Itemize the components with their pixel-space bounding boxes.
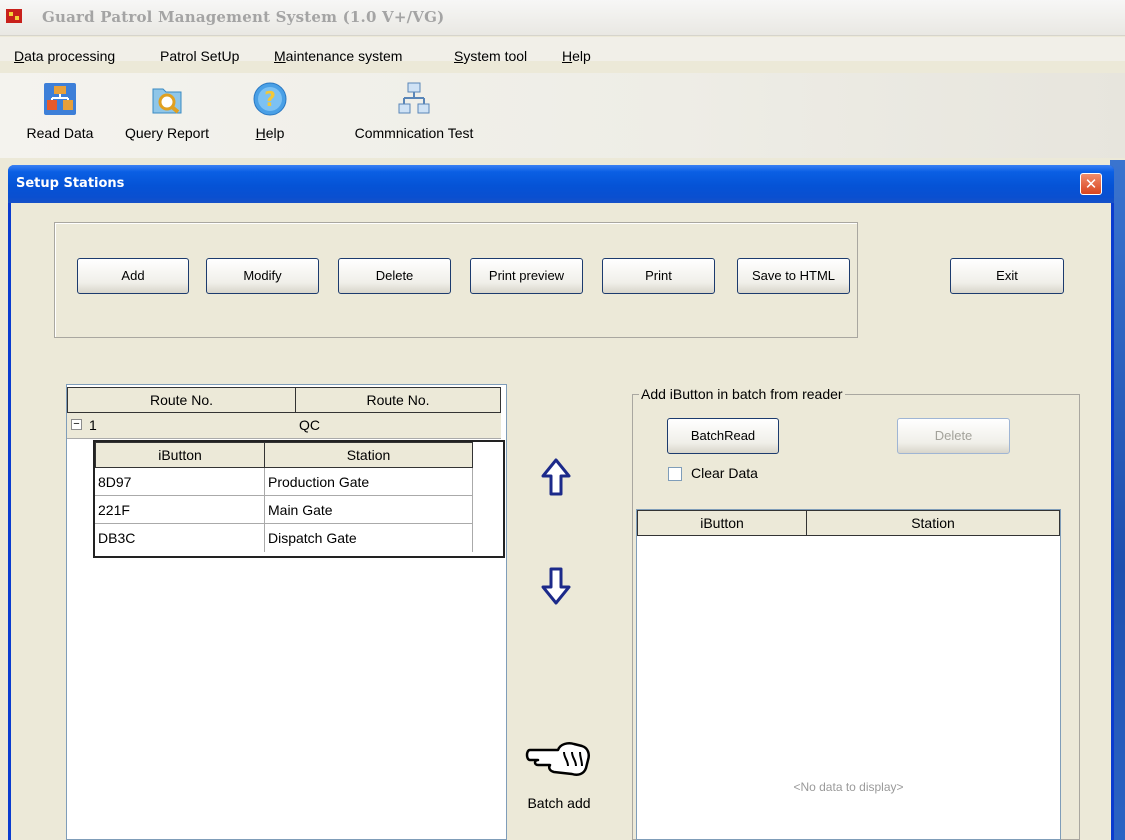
reader-delete-button[interactable]: Delete: [897, 418, 1010, 454]
read-data-icon: [44, 83, 76, 115]
move-down-arrow-icon[interactable]: [541, 567, 571, 605]
clear-data-checkbox[interactable]: [668, 467, 682, 481]
batch-read-button[interactable]: BatchRead: [667, 418, 779, 454]
batch-add-label: Batch add: [527, 795, 591, 811]
delete-button[interactable]: Delete: [338, 258, 451, 294]
communication-test-label: Commnication Test: [354, 125, 474, 141]
station-subheader[interactable]: Station: [264, 442, 473, 468]
table-row-ibutton[interactable]: 8D97: [95, 468, 265, 496]
collapse-icon[interactable]: −: [71, 419, 82, 430]
station-subgrid: iButton Station 8D97 Production Gate 221…: [93, 440, 505, 558]
svg-text:?: ?: [264, 87, 276, 111]
clear-data-label: Clear Data: [691, 465, 758, 481]
batch-add-button[interactable]: Batch add: [523, 738, 595, 836]
empty-state-text: <No data to display>: [793, 780, 904, 794]
reader-grid[interactable]: iButton Station <No data to display>: [636, 509, 1061, 840]
table-row-ibutton[interactable]: 221F: [95, 496, 265, 524]
print-button[interactable]: Print: [602, 258, 715, 294]
close-icon[interactable]: ✕: [1080, 173, 1102, 195]
app-title: Guard Patrol Management System (1.0 V+/V…: [42, 8, 445, 26]
pointing-hand-icon: [525, 742, 590, 776]
table-row-ibutton[interactable]: DB3C: [95, 524, 265, 552]
print-preview-button[interactable]: Print preview: [470, 258, 583, 294]
help-icon: ?: [253, 82, 287, 116]
help-label: Help: [255, 125, 285, 141]
table-row-station[interactable]: Main Gate: [265, 496, 473, 524]
group-route-no: 1: [89, 417, 97, 433]
network-icon: [398, 82, 430, 114]
toolbar: Read Data Query Report ? Help Commnicati…: [0, 73, 1125, 158]
communication-test-button[interactable]: Commnication Test: [334, 73, 494, 141]
menu-system-tool[interactable]: System tool: [454, 48, 527, 64]
menu-data-processing[interactable]: Data processing: [14, 48, 115, 64]
exit-button[interactable]: Exit: [950, 258, 1064, 294]
table-row-station[interactable]: Dispatch Gate: [265, 524, 473, 552]
add-button[interactable]: Add: [77, 258, 189, 294]
read-data-label: Read Data: [26, 125, 94, 141]
query-report-button[interactable]: Query Report: [110, 73, 224, 141]
table-row-station[interactable]: Production Gate: [265, 468, 473, 496]
route-grid[interactable]: Route No. Route No. − 1 QC iButton Stati…: [66, 384, 507, 840]
reader-group-title: Add iButton in batch from reader: [639, 386, 845, 402]
app-logo-icon: [6, 9, 22, 23]
group-route-name: QC: [299, 417, 320, 433]
menu-bar: Data processing Patrol SetUp Maintenance…: [0, 37, 1125, 64]
window-titlebar: Setup Stations ✕: [8, 165, 1114, 203]
query-report-icon: [152, 88, 182, 114]
app-title-bar: Guard Patrol Management System (1.0 V+/V…: [0, 0, 1125, 36]
read-data-button[interactable]: Read Data: [14, 73, 106, 141]
help-button[interactable]: ? Help: [245, 73, 295, 141]
menu-patrol-setup[interactable]: Patrol SetUp: [160, 48, 239, 64]
route-name-header[interactable]: Route No.: [295, 387, 501, 413]
move-up-arrow-icon[interactable]: [541, 458, 571, 496]
query-report-label: Query Report: [124, 125, 210, 141]
menu-maintenance-system[interactable]: Maintenance system: [274, 48, 402, 64]
setup-stations-window: Setup Stations ✕ Add Modify Delete Print…: [8, 165, 1114, 840]
ibutton-subheader[interactable]: iButton: [95, 442, 265, 468]
window-title: Setup Stations: [16, 176, 125, 191]
save-to-html-button[interactable]: Save to HTML: [737, 258, 850, 294]
reader-ibutton-header[interactable]: iButton: [637, 510, 807, 536]
modify-button[interactable]: Modify: [206, 258, 319, 294]
group-row[interactable]: − 1 QC: [67, 413, 501, 439]
route-no-header[interactable]: Route No.: [67, 387, 296, 413]
menu-help[interactable]: Help: [562, 48, 591, 64]
reader-station-header[interactable]: Station: [806, 510, 1060, 536]
